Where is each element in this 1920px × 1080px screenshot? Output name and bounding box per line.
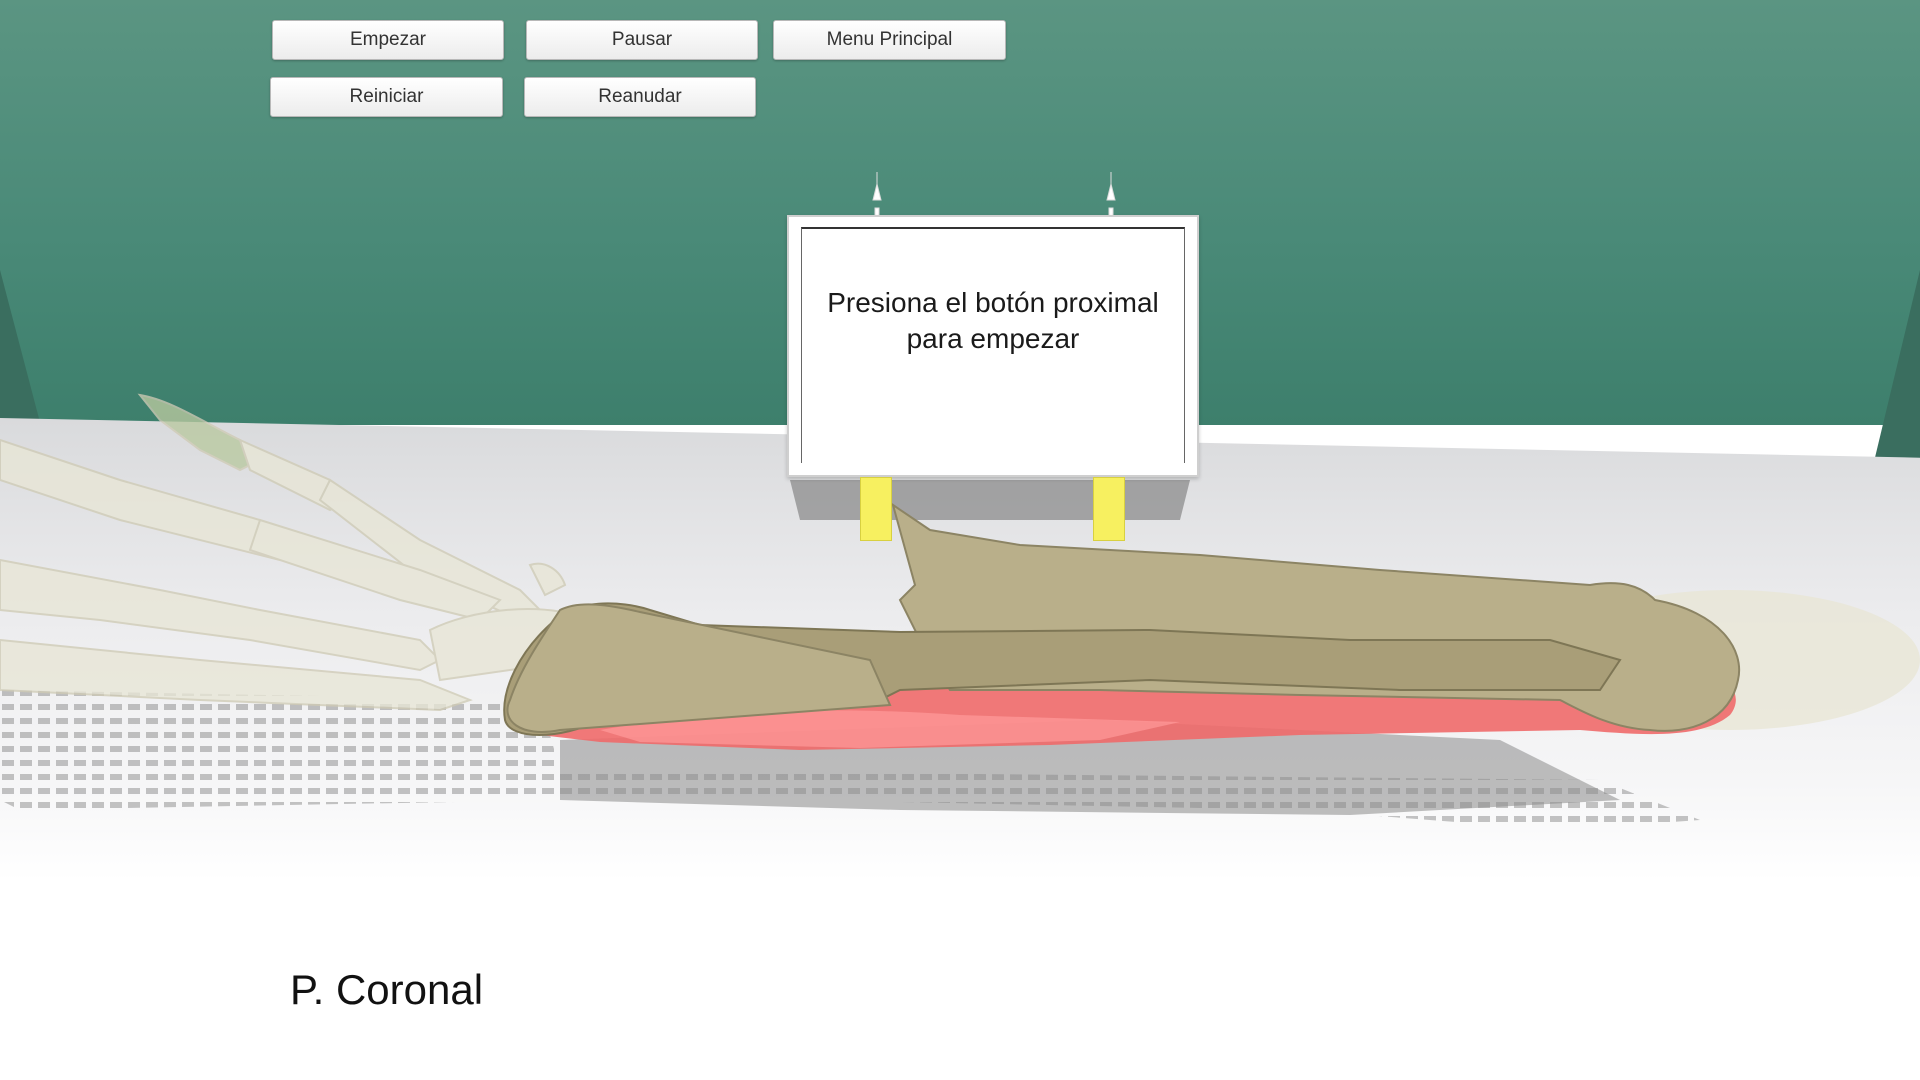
board-leg-left <box>860 477 892 541</box>
start-button[interactable]: Empezar <box>272 20 504 60</box>
3d-viewport[interactable]: Empezar Pausar Menu Principal Reiniciar … <box>0 0 1920 1080</box>
pause-button[interactable]: Pausar <box>526 20 758 60</box>
board-pin-left-icon <box>872 172 882 216</box>
board-leg-right <box>1093 477 1125 541</box>
main-menu-button[interactable]: Menu Principal <box>773 20 1006 60</box>
instruction-message: Presiona el botón proximal para empezar <box>827 287 1159 354</box>
resume-button[interactable]: Reanudar <box>524 77 756 117</box>
anatomical-plane-label: P. Coronal <box>290 966 484 1013</box>
board-frame: Presiona el botón proximal para empezar <box>801 227 1185 463</box>
board-pin-right-icon <box>1106 172 1116 216</box>
forearm-model <box>503 502 1741 750</box>
instruction-board: Presiona el botón proximal para empezar <box>787 215 1199 477</box>
restart-button[interactable]: Reiniciar <box>270 77 503 117</box>
